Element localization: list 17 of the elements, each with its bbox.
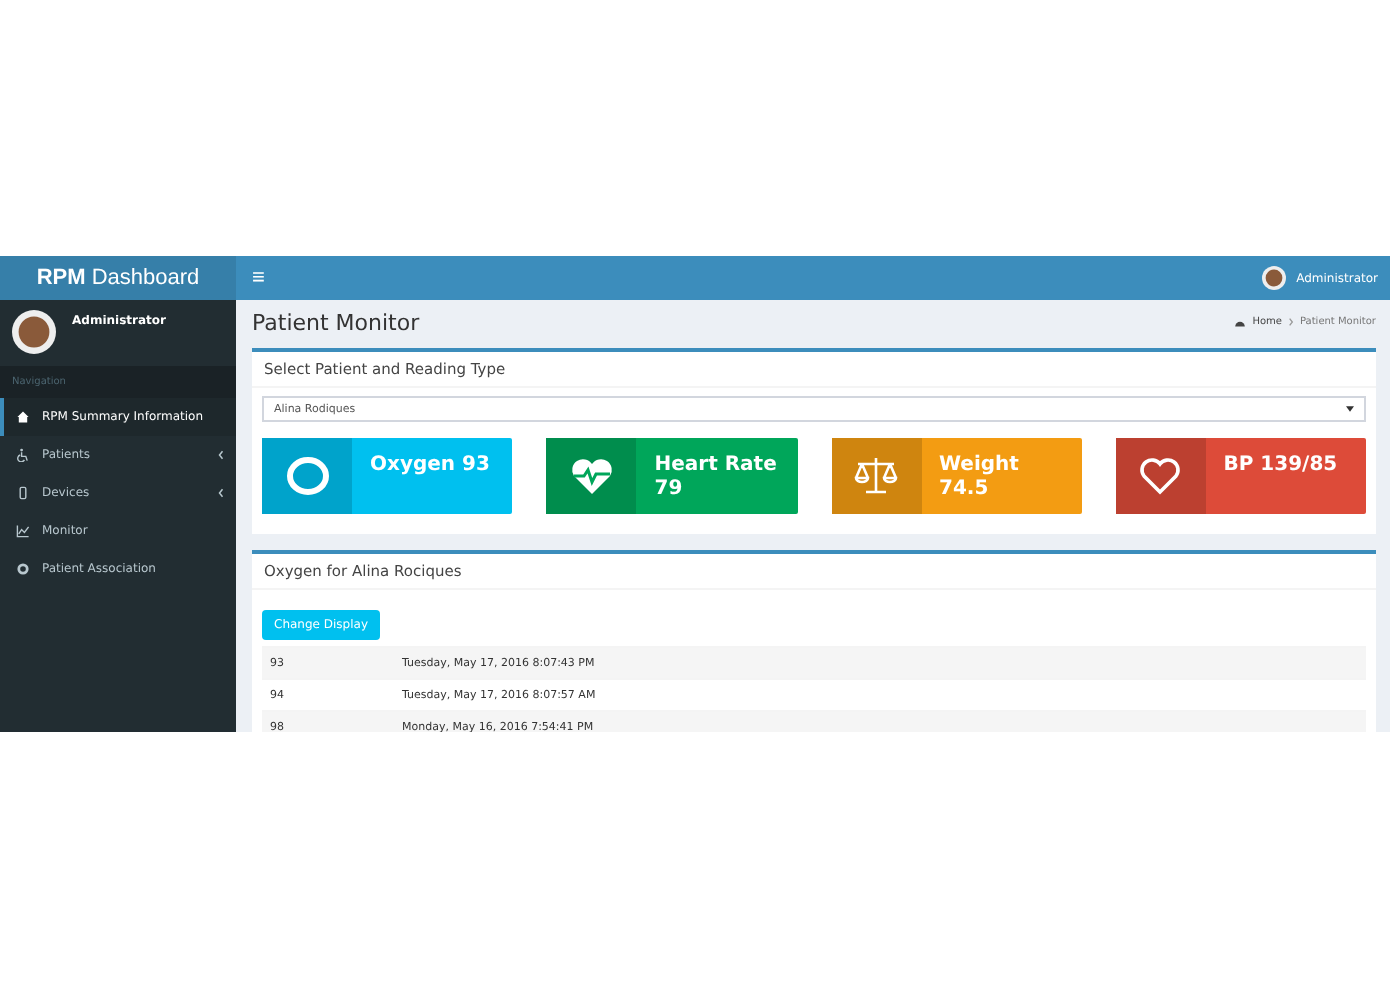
line-chart-icon [16,524,30,538]
dashboard-icon [1234,317,1247,327]
menu-button[interactable]: ≡ [248,267,269,289]
heart-icon [1136,452,1185,500]
avatar-icon [1262,266,1287,290]
reading-tile[interactable]: BP 139/85 [1115,438,1366,514]
app-logo[interactable]: RPM Dashboard [0,256,236,300]
home-icon [16,410,30,424]
device-icon [16,486,30,500]
caret-icon [1346,406,1354,412]
chevron-right-icon [1287,318,1294,326]
circle-icon [16,562,30,576]
page-title: Patient Monitor [252,309,420,335]
avatar-icon [12,310,56,354]
ring-icon [283,452,331,500]
reading-tile[interactable]: Heart Rate 79 [546,438,797,514]
wheelchair-icon [16,448,30,462]
